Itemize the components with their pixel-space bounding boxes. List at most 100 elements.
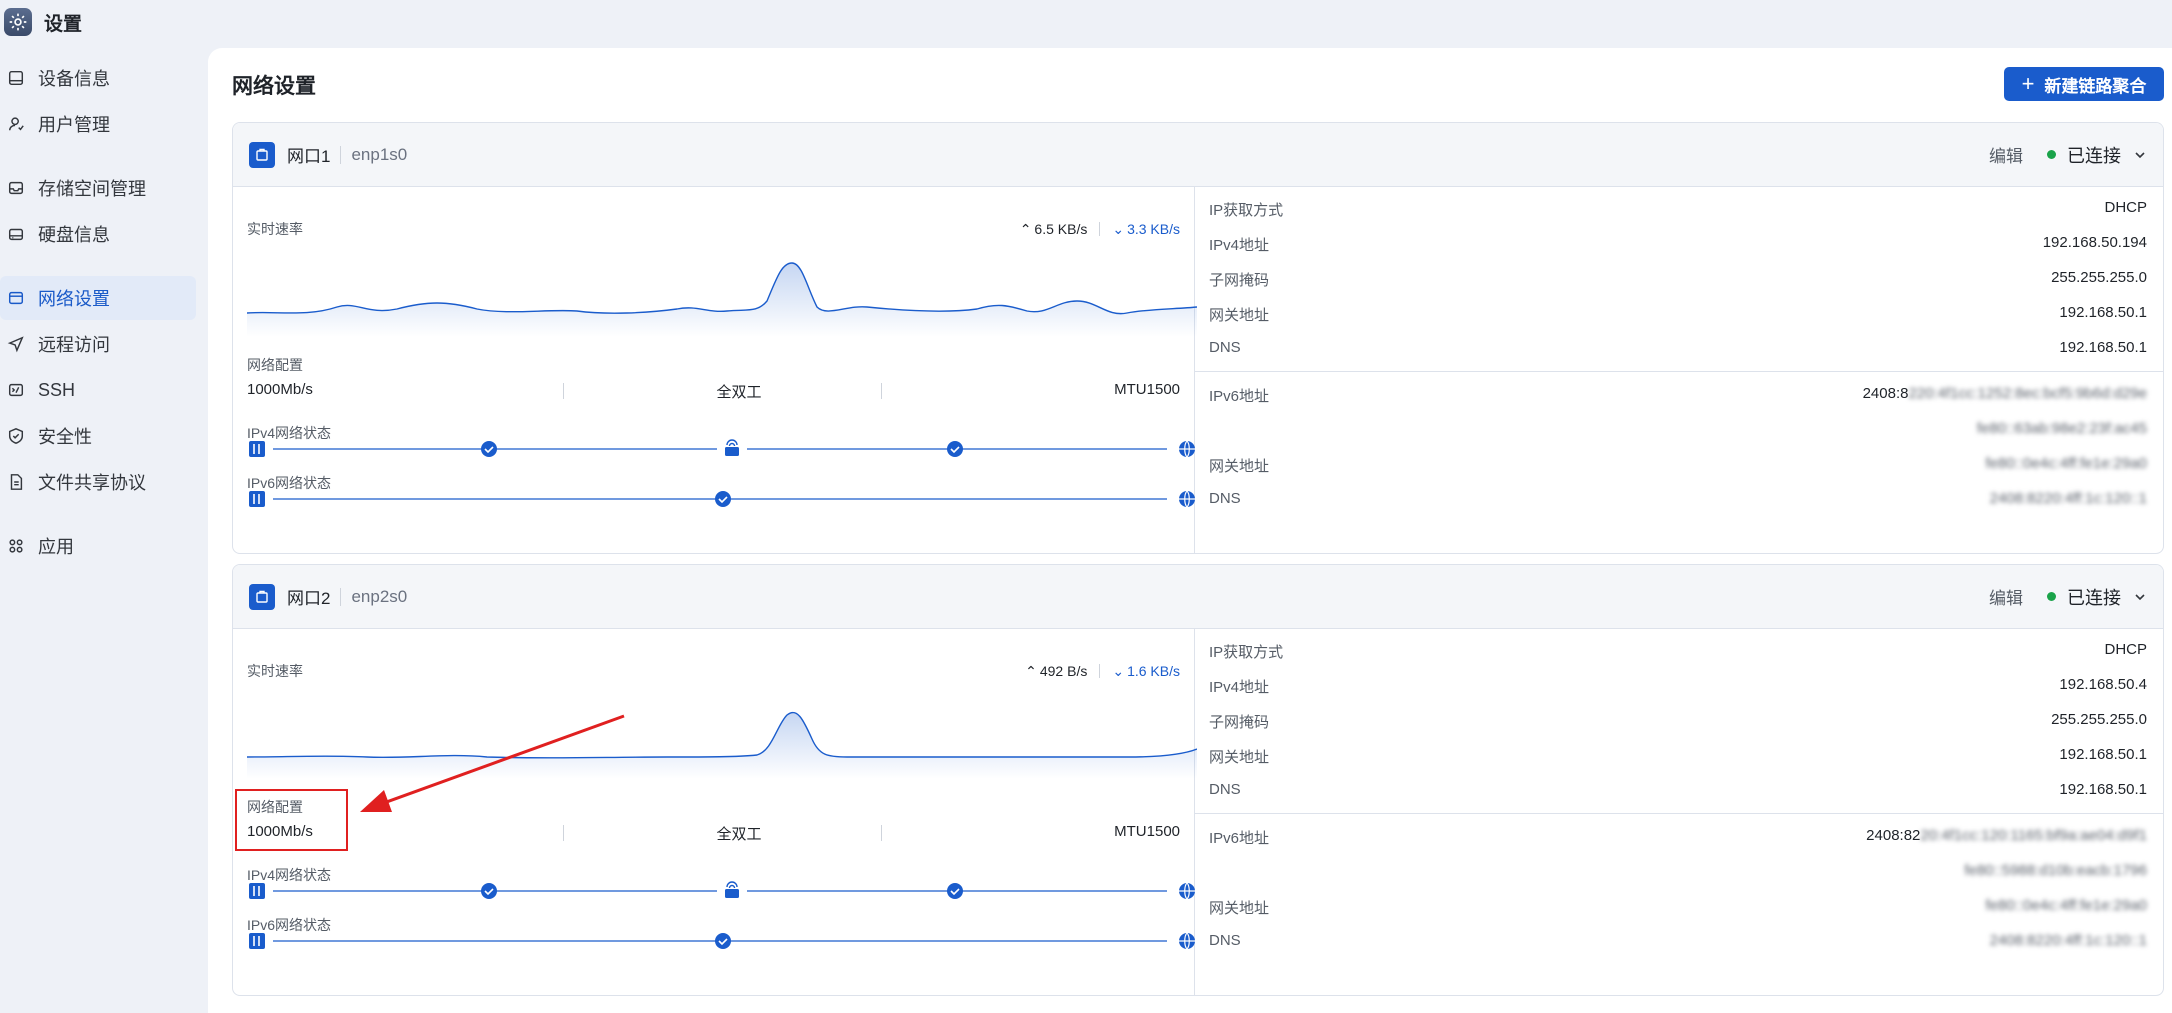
sidebar-item-storage[interactable]: 存储空间管理: [0, 166, 196, 210]
info-key: DNS: [1209, 781, 1241, 798]
info-key: 子网掩码: [1209, 272, 1270, 289]
info-row: fe80::63ab:98e2:23f:ac45: [1209, 420, 2147, 437]
info-key: IPv6地址: [1209, 388, 1270, 405]
info-row: 子网掩码 255.255.255.0: [1209, 269, 2147, 290]
router-icon: [725, 881, 739, 898]
globe-icon: [1179, 882, 1195, 900]
check-circle-icon: [715, 933, 731, 949]
ipv4-status-line: [249, 881, 1195, 900]
info-key: 网关地址: [1209, 900, 1270, 917]
edit-link[interactable]: 编辑: [1989, 142, 2023, 167]
sidebar-item-file-sharing[interactable]: 文件共享协议: [0, 460, 196, 504]
interface-name: enp2s0: [351, 586, 408, 606]
info-value: 192.168.50.1: [2059, 339, 2147, 356]
upload-arrow-icon: ⌃: [1025, 662, 1037, 679]
nas-device-icon: [249, 491, 265, 507]
info-row: DNS 2408:8220:4ff:1c:120::1: [1209, 932, 2147, 949]
nas-device-icon: [249, 441, 265, 457]
page-title: 网络设置: [232, 75, 316, 98]
storage-icon: [6, 178, 26, 198]
info-key: DNS: [1209, 339, 1241, 356]
port-card-header: 网口2 enp2s0 编辑 已连接: [233, 565, 2163, 629]
info-key: IP获取方式: [1209, 202, 1284, 219]
port-name: 网口2: [287, 589, 331, 608]
check-circle-icon: [715, 491, 731, 507]
info-row: IPv4地址 192.168.50.4: [1209, 676, 2147, 697]
check-circle-icon: [947, 441, 963, 457]
divider: [1099, 222, 1101, 236]
download-rate: 3.3 KB/s: [1127, 221, 1180, 237]
download-rate: 1.6 KB/s: [1127, 663, 1180, 679]
sidebar-item-label: 设备信息: [38, 69, 110, 89]
info-value: fe80::0e4c:4ff:fe1e:29a0: [1985, 455, 2147, 472]
download-arrow-icon: ⌄: [1112, 220, 1125, 237]
globe-icon: [1179, 932, 1195, 950]
user-icon: [6, 114, 26, 134]
upload-rate: 492 B/s: [1039, 663, 1088, 679]
duplex-mode: 全双工: [716, 384, 762, 401]
info-row: DNS 192.168.50.1: [1209, 339, 2147, 356]
info-value: 255.255.255.0: [2051, 269, 2147, 286]
port-card-1: 网口1 enp1s0 编辑 已连接 实时速率 ⌃ 6.5 KB/s ⌄ 3.3 …: [232, 122, 2164, 554]
sidebar-item-ssh[interactable]: SSH: [0, 368, 196, 412]
info-row: 子网掩码 255.255.255.0: [1209, 711, 2147, 732]
chevron-down-icon[interactable]: [2133, 590, 2147, 604]
ipv6-status-line: [249, 490, 1195, 508]
info-value: 2408:8220:4ff:1c:120::1: [1989, 490, 2147, 507]
info-key: 网关地址: [1209, 307, 1270, 324]
ipv6-link-local-blurred: fe80::63ab:98e2:23f:ac45: [1976, 420, 2147, 437]
sidebar-item-device-info[interactable]: 设备信息: [0, 56, 196, 100]
status-badge: 已连接: [2067, 145, 2121, 166]
port-stats-pane: 实时速率 ⌃ 6.5 KB/s ⌄ 3.3 KB/s 网络配置 1000Mb/s…: [233, 187, 1197, 553]
ipv6-link-local-blurred: fe80::5988:d10b:eacb:1796: [1964, 862, 2147, 879]
link-speed: 1000Mb/s: [247, 823, 313, 840]
info-row: 网关地址 fe80::0e4c:4ff:fe1e:29a0: [1209, 455, 2147, 476]
edit-link[interactable]: 编辑: [1989, 584, 2023, 609]
config-label: 网络配置: [247, 357, 303, 373]
info-row: IP获取方式 DHCP: [1209, 641, 2147, 662]
sidebar-item-remote-access[interactable]: 远程访问: [0, 322, 196, 366]
info-value: 255.255.255.0: [2051, 711, 2147, 728]
divider: [1195, 371, 2163, 372]
info-row: 网关地址 192.168.50.1: [1209, 746, 2147, 767]
sidebar-item-user-management[interactable]: 用户管理: [0, 102, 196, 146]
sidebar-item-label: 用户管理: [38, 115, 110, 135]
ipv6-address-prefix: 2408:8: [1862, 385, 1909, 402]
traffic-sparkline: [247, 262, 1197, 337]
info-row: IPv4地址 192.168.50.194: [1209, 234, 2147, 255]
info-key: IPv4地址: [1209, 679, 1270, 696]
sidebar-item-label: 网络设置: [38, 289, 110, 309]
info-value: 192.168.50.4: [2059, 676, 2147, 693]
divider: [1099, 664, 1101, 678]
info-key: 网关地址: [1209, 458, 1270, 475]
info-row: IPv6地址 2408:8220:4f1cc:120:1165:bf9a:ae04…: [1209, 827, 2147, 848]
nas-device-icon: [249, 883, 265, 899]
info-row: 网关地址 fe80::0e4c:4ff:fe1e:29a0: [1209, 897, 2147, 918]
ipv4-status-line: [249, 439, 1195, 458]
new-link-aggregation-button[interactable]: + 新建链路聚合: [2004, 67, 2164, 101]
info-key: 网关地址: [1209, 749, 1270, 766]
ipv6-address-blurred: 220:4f1cc:1252:8ec:bcf5:9b6d:d29e: [1908, 385, 2147, 402]
divider: [1195, 813, 2163, 814]
sidebar-item-security[interactable]: 安全性: [0, 414, 196, 458]
chevron-down-icon[interactable]: [2133, 148, 2147, 162]
sidebar-item-disk-info[interactable]: 硬盘信息: [0, 212, 196, 256]
port-name: 网口1: [287, 147, 331, 166]
divider: [340, 587, 342, 606]
info-key: IPv6地址: [1209, 830, 1270, 847]
traffic-sparkline: [247, 711, 1197, 779]
sidebar-item-apps[interactable]: 应用: [0, 524, 196, 568]
sidebar-item-network[interactable]: 网络设置: [0, 276, 196, 320]
globe-icon: [1179, 490, 1195, 508]
sidebar: 设备信息 用户管理 存储空间管理 硬盘信息 网络设置 远程访问 SSH 安全性 …: [0, 56, 200, 570]
ipv6-address: 2408:8220:4f1cc:120:1165:bf9a:ae04:d9f1: [1866, 827, 2147, 848]
ethernet-port-icon: [249, 583, 275, 610]
info-value: fe80::0e4c:4ff:fe1e:29a0: [1985, 897, 2147, 914]
globe-icon: [1179, 440, 1195, 458]
shield-icon: [6, 426, 26, 446]
info-value: DHCP: [2104, 641, 2147, 658]
sidebar-item-label: 硬盘信息: [38, 225, 110, 245]
router-icon: [725, 439, 739, 456]
file-share-icon: [6, 472, 26, 492]
port-ip-pane: IP获取方式 DHCP IPv4地址 192.168.50.4 子网掩码 255.25…: [1195, 629, 2163, 995]
